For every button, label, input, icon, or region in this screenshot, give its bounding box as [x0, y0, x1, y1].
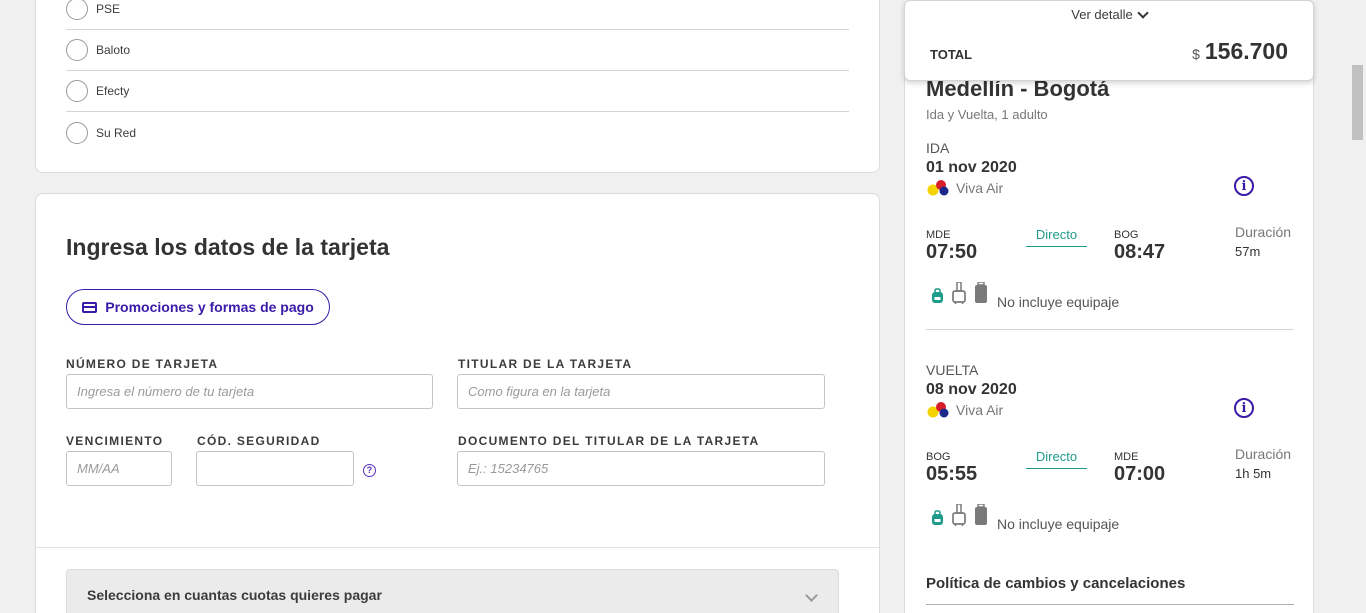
segment-date: 08 nov 2020: [926, 381, 1017, 398]
departure-time: 05:55: [926, 463, 978, 485]
installments-dropdown[interactable]: Selecciona en cuantas cuotas quieres pag…: [66, 569, 839, 613]
promotions-button-label: Promociones y formas de pago: [105, 299, 314, 315]
view-detail-toggle[interactable]: Ver detalle: [905, 6, 1313, 22]
checked-bag-icon: [975, 504, 987, 525]
card-number-label: NÚMERO DE TARJETA: [66, 357, 219, 371]
segment-label: IDA: [926, 140, 950, 156]
departure-time: 07:50: [926, 241, 978, 263]
divider: [926, 604, 1294, 605]
payment-option-pse[interactable]: PSE: [66, 0, 849, 30]
payment-option-efecty[interactable]: Efecty: [66, 71, 849, 112]
card-holder-label: TITULAR DE LA TARJETA: [458, 357, 633, 371]
payment-option-label: Baloto: [96, 43, 131, 57]
form-title: Ingresa los datos de la tarjeta: [66, 234, 390, 260]
baggage-text: No incluye equipaje: [997, 294, 1120, 310]
origin-code: BOG: [926, 451, 951, 463]
backpack-icon: [932, 510, 943, 525]
backpack-icon: [932, 288, 943, 303]
promotions-button[interactable]: Promociones y formas de pago: [66, 289, 330, 325]
total-label: TOTAL: [930, 47, 973, 62]
baggage-text: No incluye equipaje: [997, 516, 1120, 532]
payment-option-baloto[interactable]: Baloto: [66, 30, 849, 71]
holder-document-label: DOCUMENTO DEL TITULAR DE LA TARJETA: [458, 434, 760, 448]
chevron-down-icon: [1137, 6, 1149, 19]
radio-button[interactable]: [66, 0, 88, 20]
carry-on-icon: [952, 282, 966, 304]
holder-document-input[interactable]: [457, 451, 825, 486]
divider: [926, 329, 1294, 330]
currency-symbol: $: [1192, 46, 1200, 62]
duration-value: 57m: [1235, 244, 1261, 259]
segment-date: 01 nov 2020: [926, 159, 1017, 176]
divider: [36, 547, 879, 548]
stop-type: Directo: [1026, 449, 1087, 469]
duration-value: 1h 5m: [1235, 466, 1272, 481]
duration-label: Duración: [1235, 446, 1292, 462]
origin-code: MDE: [926, 229, 951, 241]
question-mark-icon[interactable]: ?: [363, 464, 376, 477]
chevron-down-icon: [805, 589, 818, 602]
info-icon[interactable]: i: [1234, 176, 1254, 196]
airline-logo-icon: [927, 180, 949, 196]
card-data-form: Ingresa los datos de la tarjeta Promocio…: [35, 193, 880, 613]
view-detail-label: Ver detalle: [1071, 7, 1133, 22]
flight-segment-outbound: IDA 01 nov 2020 Viva Air i MDE 07:50 Dir…: [926, 140, 1294, 315]
payment-methods-card: PSE Baloto Efecty Su Red: [35, 0, 880, 173]
credit-card-icon: [82, 301, 98, 313]
segment-label: VUELTA: [926, 362, 979, 378]
arrival-time: 08:47: [1114, 241, 1166, 263]
carry-on-icon: [952, 504, 966, 526]
scrollbar-thumb[interactable]: [1352, 65, 1363, 140]
radio-button[interactable]: [66, 121, 88, 144]
baggage-icons: [931, 504, 988, 526]
security-code-input[interactable]: [196, 451, 354, 486]
flight-segment-return: VUELTA 08 nov 2020 Viva Air i BOG 05:55 …: [926, 362, 1294, 537]
booking-summary-card: Medellín - Bogotá Ida y Vuelta, 1 adulto…: [904, 0, 1314, 613]
payment-option-sured[interactable]: Su Red: [66, 112, 849, 153]
airline-name: Viva Air: [956, 180, 1004, 196]
radio-button[interactable]: [66, 80, 88, 102]
card-holder-input[interactable]: [457, 374, 825, 409]
installments-label: Selecciona en cuantas cuotas quieres pag…: [87, 587, 382, 603]
security-code-label: CÓD. SEGURIDAD: [197, 434, 321, 448]
payment-option-label: PSE: [96, 2, 121, 16]
cancellation-policy-title[interactable]: Política de cambios y cancelaciones: [926, 575, 1185, 592]
total-amount: $ 156.700: [1192, 38, 1288, 65]
airline-name: Viva Air: [956, 402, 1004, 418]
radio-button[interactable]: [66, 39, 88, 61]
payment-option-label: Efecty: [96, 84, 130, 98]
checked-bag-icon: [975, 282, 987, 303]
stop-type: Directo: [1026, 227, 1087, 247]
expiry-input[interactable]: [66, 451, 172, 486]
total-price-box: Ver detalle TOTAL $ 156.700: [904, 0, 1314, 81]
destination-code: BOG: [1114, 229, 1139, 241]
baggage-icons: [931, 282, 988, 304]
payment-option-label: Su Red: [96, 125, 137, 140]
arrival-time: 07:00: [1114, 463, 1166, 485]
total-value: 156.700: [1204, 38, 1288, 64]
trip-info: Ida y Vuelta, 1 adulto: [926, 107, 1048, 122]
expiry-label: VENCIMIENTO: [66, 434, 164, 448]
info-icon[interactable]: i: [1234, 398, 1254, 418]
destination-code: MDE: [1114, 451, 1139, 463]
duration-label: Duración: [1235, 224, 1292, 240]
card-number-input[interactable]: [66, 374, 433, 409]
airline-logo-icon: [927, 402, 949, 418]
